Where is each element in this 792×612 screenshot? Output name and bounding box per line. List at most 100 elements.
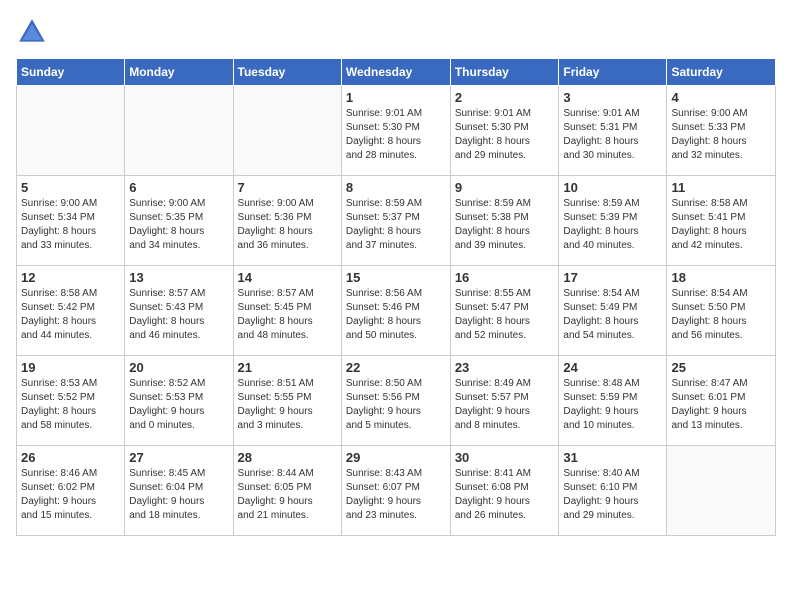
day-info: Sunrise: 9:01 AM Sunset: 5:31 PM Dayligh… [563, 107, 662, 163]
calendar-cell: 3 Sunrise: 9:01 AM Sunset: 5:31 PM Daylig… [559, 86, 667, 176]
day-info: Sunrise: 8:41 AM Sunset: 6:08 PM Dayligh… [455, 467, 555, 523]
logo-icon [16, 16, 48, 48]
calendar-header-row: SundayMondayTuesdayWednesdayThursdayFrid… [17, 59, 776, 86]
day-info: Sunrise: 8:58 AM Sunset: 5:41 PM Dayligh… [671, 197, 771, 253]
calendar-cell: 11 Sunrise: 8:58 AM Sunset: 5:41 PM Dayli… [667, 176, 776, 266]
day-info: Sunrise: 8:43 AM Sunset: 6:07 PM Dayligh… [346, 467, 446, 523]
day-number: 18 [671, 270, 771, 285]
calendar-cell [17, 86, 125, 176]
calendar-cell: 4 Sunrise: 9:00 AM Sunset: 5:33 PM Daylig… [667, 86, 776, 176]
calendar-cell: 2 Sunrise: 9:01 AM Sunset: 5:30 PM Daylig… [450, 86, 559, 176]
day-info: Sunrise: 8:48 AM Sunset: 5:59 PM Dayligh… [563, 377, 662, 433]
calendar-cell: 22 Sunrise: 8:50 AM Sunset: 5:56 PM Dayli… [341, 356, 450, 446]
day-info: Sunrise: 9:01 AM Sunset: 5:30 PM Dayligh… [455, 107, 555, 163]
day-info: Sunrise: 8:52 AM Sunset: 5:53 PM Dayligh… [129, 377, 228, 433]
calendar-week-row: 1 Sunrise: 9:01 AM Sunset: 5:30 PM Daylig… [17, 86, 776, 176]
day-number: 9 [455, 180, 555, 195]
weekday-header: Friday [559, 59, 667, 86]
weekday-header: Monday [125, 59, 233, 86]
day-info: Sunrise: 8:51 AM Sunset: 5:55 PM Dayligh… [238, 377, 337, 433]
day-number: 15 [346, 270, 446, 285]
day-number: 24 [563, 360, 662, 375]
day-info: Sunrise: 9:00 AM Sunset: 5:35 PM Dayligh… [129, 197, 228, 253]
calendar-cell: 24 Sunrise: 8:48 AM Sunset: 5:59 PM Dayli… [559, 356, 667, 446]
calendar-cell: 9 Sunrise: 8:59 AM Sunset: 5:38 PM Daylig… [450, 176, 559, 266]
day-info: Sunrise: 8:58 AM Sunset: 5:42 PM Dayligh… [21, 287, 120, 343]
day-number: 17 [563, 270, 662, 285]
calendar-week-row: 12 Sunrise: 8:58 AM Sunset: 5:42 PM Dayli… [17, 266, 776, 356]
calendar-cell [233, 86, 341, 176]
weekday-header: Thursday [450, 59, 559, 86]
calendar-week-row: 19Sunrise: 8:53 AM Sunset: 5:52 PM Dayli… [17, 356, 776, 446]
weekday-header: Sunday [17, 59, 125, 86]
calendar-cell: 1Sunrise: 9:01 AM Sunset: 5:30 PM Daylig… [341, 86, 450, 176]
calendar-cell: 15 Sunrise: 8:56 AM Sunset: 5:46 PM Dayli… [341, 266, 450, 356]
day-number: 2 [455, 90, 555, 105]
calendar-table: SundayMondayTuesdayWednesdayThursdayFrid… [16, 58, 776, 536]
calendar-cell: 23Sunrise: 8:49 AM Sunset: 5:57 PM Dayli… [450, 356, 559, 446]
day-number: 29 [346, 450, 446, 465]
day-info: Sunrise: 8:49 AM Sunset: 5:57 PM Dayligh… [455, 377, 555, 433]
calendar-cell: 6 Sunrise: 9:00 AM Sunset: 5:35 PM Daylig… [125, 176, 233, 266]
day-info: Sunrise: 9:00 AM Sunset: 5:36 PM Dayligh… [238, 197, 337, 253]
day-number: 27 [129, 450, 228, 465]
calendar-cell: 28Sunrise: 8:44 AM Sunset: 6:05 PM Dayli… [233, 446, 341, 536]
calendar-cell: 19Sunrise: 8:53 AM Sunset: 5:52 PM Dayli… [17, 356, 125, 446]
calendar-cell: 18 Sunrise: 8:54 AM Sunset: 5:50 PM Dayli… [667, 266, 776, 356]
calendar-cell: 29 Sunrise: 8:43 AM Sunset: 6:07 PM Dayli… [341, 446, 450, 536]
day-info: Sunrise: 8:55 AM Sunset: 5:47 PM Dayligh… [455, 287, 555, 343]
day-number: 26 [21, 450, 120, 465]
day-number: 20 [129, 360, 228, 375]
calendar-cell: 8 Sunrise: 8:59 AM Sunset: 5:37 PM Daylig… [341, 176, 450, 266]
day-number: 22 [346, 360, 446, 375]
day-number: 8 [346, 180, 446, 195]
calendar-cell: 12 Sunrise: 8:58 AM Sunset: 5:42 PM Dayli… [17, 266, 125, 356]
calendar-week-row: 26 Sunrise: 8:46 AM Sunset: 6:02 PM Dayli… [17, 446, 776, 536]
calendar-cell: 7 Sunrise: 9:00 AM Sunset: 5:36 PM Daylig… [233, 176, 341, 266]
day-info: Sunrise: 8:59 AM Sunset: 5:39 PM Dayligh… [563, 197, 662, 253]
day-number: 7 [238, 180, 337, 195]
day-number: 21 [238, 360, 337, 375]
calendar-cell: 14 Sunrise: 8:57 AM Sunset: 5:45 PM Dayli… [233, 266, 341, 356]
calendar-cell: 31Sunrise: 8:40 AM Sunset: 6:10 PM Dayli… [559, 446, 667, 536]
day-info: Sunrise: 8:50 AM Sunset: 5:56 PM Dayligh… [346, 377, 446, 433]
day-info: Sunrise: 8:59 AM Sunset: 5:37 PM Dayligh… [346, 197, 446, 253]
day-number: 30 [455, 450, 555, 465]
day-number: 11 [671, 180, 771, 195]
calendar-cell: 21 Sunrise: 8:51 AM Sunset: 5:55 PM Dayli… [233, 356, 341, 446]
day-info: Sunrise: 8:40 AM Sunset: 6:10 PM Dayligh… [563, 467, 662, 523]
calendar-cell: 20 Sunrise: 8:52 AM Sunset: 5:53 PM Dayli… [125, 356, 233, 446]
day-info: Sunrise: 8:59 AM Sunset: 5:38 PM Dayligh… [455, 197, 555, 253]
day-info: Sunrise: 8:53 AM Sunset: 5:52 PM Dayligh… [21, 377, 120, 433]
calendar-cell: 5 Sunrise: 9:00 AM Sunset: 5:34 PM Daylig… [17, 176, 125, 266]
day-number: 16 [455, 270, 555, 285]
weekday-header: Tuesday [233, 59, 341, 86]
calendar-cell: 17 Sunrise: 8:54 AM Sunset: 5:49 PM Dayli… [559, 266, 667, 356]
day-info: Sunrise: 8:54 AM Sunset: 5:49 PM Dayligh… [563, 287, 662, 343]
day-info: Sunrise: 8:45 AM Sunset: 6:04 PM Dayligh… [129, 467, 228, 523]
day-info: Sunrise: 8:46 AM Sunset: 6:02 PM Dayligh… [21, 467, 120, 523]
day-number: 1 [346, 90, 446, 105]
day-number: 5 [21, 180, 120, 195]
day-info: Sunrise: 8:56 AM Sunset: 5:46 PM Dayligh… [346, 287, 446, 343]
weekday-header: Saturday [667, 59, 776, 86]
day-number: 14 [238, 270, 337, 285]
day-number: 4 [671, 90, 771, 105]
calendar-cell [667, 446, 776, 536]
day-info: Sunrise: 8:54 AM Sunset: 5:50 PM Dayligh… [671, 287, 771, 343]
calendar-cell: 26 Sunrise: 8:46 AM Sunset: 6:02 PM Dayli… [17, 446, 125, 536]
day-number: 28 [238, 450, 337, 465]
calendar-cell [125, 86, 233, 176]
day-number: 6 [129, 180, 228, 195]
calendar-cell: 16 Sunrise: 8:55 AM Sunset: 5:47 PM Dayli… [450, 266, 559, 356]
day-info: Sunrise: 8:57 AM Sunset: 5:45 PM Dayligh… [238, 287, 337, 343]
calendar-cell: 25Sunrise: 8:47 AM Sunset: 6:01 PM Dayli… [667, 356, 776, 446]
day-info: Sunrise: 9:00 AM Sunset: 5:34 PM Dayligh… [21, 197, 120, 253]
day-info: Sunrise: 8:47 AM Sunset: 6:01 PM Dayligh… [671, 377, 771, 433]
logo [16, 16, 52, 48]
day-number: 3 [563, 90, 662, 105]
calendar-week-row: 5 Sunrise: 9:00 AM Sunset: 5:34 PM Daylig… [17, 176, 776, 266]
day-number: 13 [129, 270, 228, 285]
day-number: 12 [21, 270, 120, 285]
day-info: Sunrise: 9:00 AM Sunset: 5:33 PM Dayligh… [671, 107, 771, 163]
